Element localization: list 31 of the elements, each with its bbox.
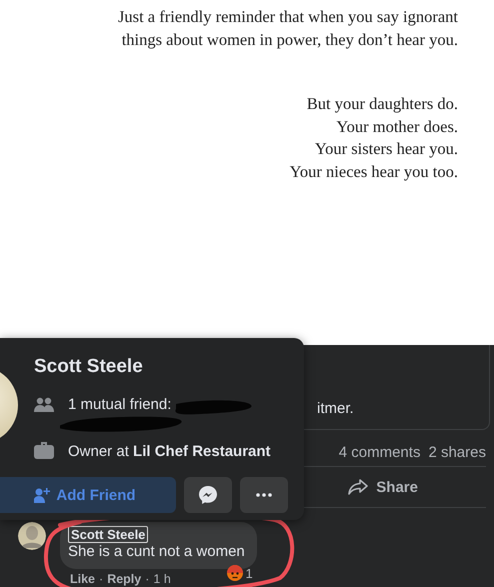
share-button[interactable]: Share: [344, 474, 422, 500]
comment-count[interactable]: 4 comments: [338, 444, 420, 460]
separator-dot: ·: [145, 572, 150, 586]
people-icon: [34, 396, 54, 412]
chat-bubble-icon: [198, 485, 218, 505]
more-button[interactable]: [240, 477, 288, 513]
comment-action-link[interactable]: Like: [70, 572, 96, 586]
comment-author[interactable]: Scott Steele: [68, 526, 148, 543]
quote-line: Your sisters hear you.: [314, 138, 458, 160]
quote-line: Your nieces hear you too.: [290, 160, 458, 183]
comment-action-link[interactable]: Reply: [107, 572, 142, 586]
preview-text: itmer.: [317, 400, 354, 417]
quote-line: Just a friendly reminder that when you say ignorant: [118, 6, 458, 28]
messenger-button[interactable]: [184, 477, 232, 513]
angry-face-icon: [226, 565, 243, 581]
profile-detail: Owner at Lil Chef Restaurant: [68, 442, 271, 460]
separator-dot: ·: [99, 572, 104, 586]
profile-name[interactable]: Scott Steele: [34, 356, 143, 378]
briefcase-icon: [34, 442, 54, 460]
reaction-count: 1: [246, 566, 253, 580]
share-arrow-icon: [348, 479, 368, 495]
quote-line: things about women in power, they don’t hear you.: [122, 28, 458, 51]
more-icon: [256, 493, 272, 497]
comment-time[interactable]: 1 h: [153, 572, 171, 586]
quote-line: But your daughters do.: [306, 93, 458, 115]
comment-text: She is a cunt not a women: [68, 543, 245, 561]
profile-detail: 1 mutual friend:: [68, 396, 172, 413]
add-person-icon: [34, 487, 50, 503]
share-count[interactable]: 2 shares: [428, 444, 486, 460]
quote-line: Your mother does.: [336, 116, 458, 138]
avatar[interactable]: [18, 522, 46, 550]
